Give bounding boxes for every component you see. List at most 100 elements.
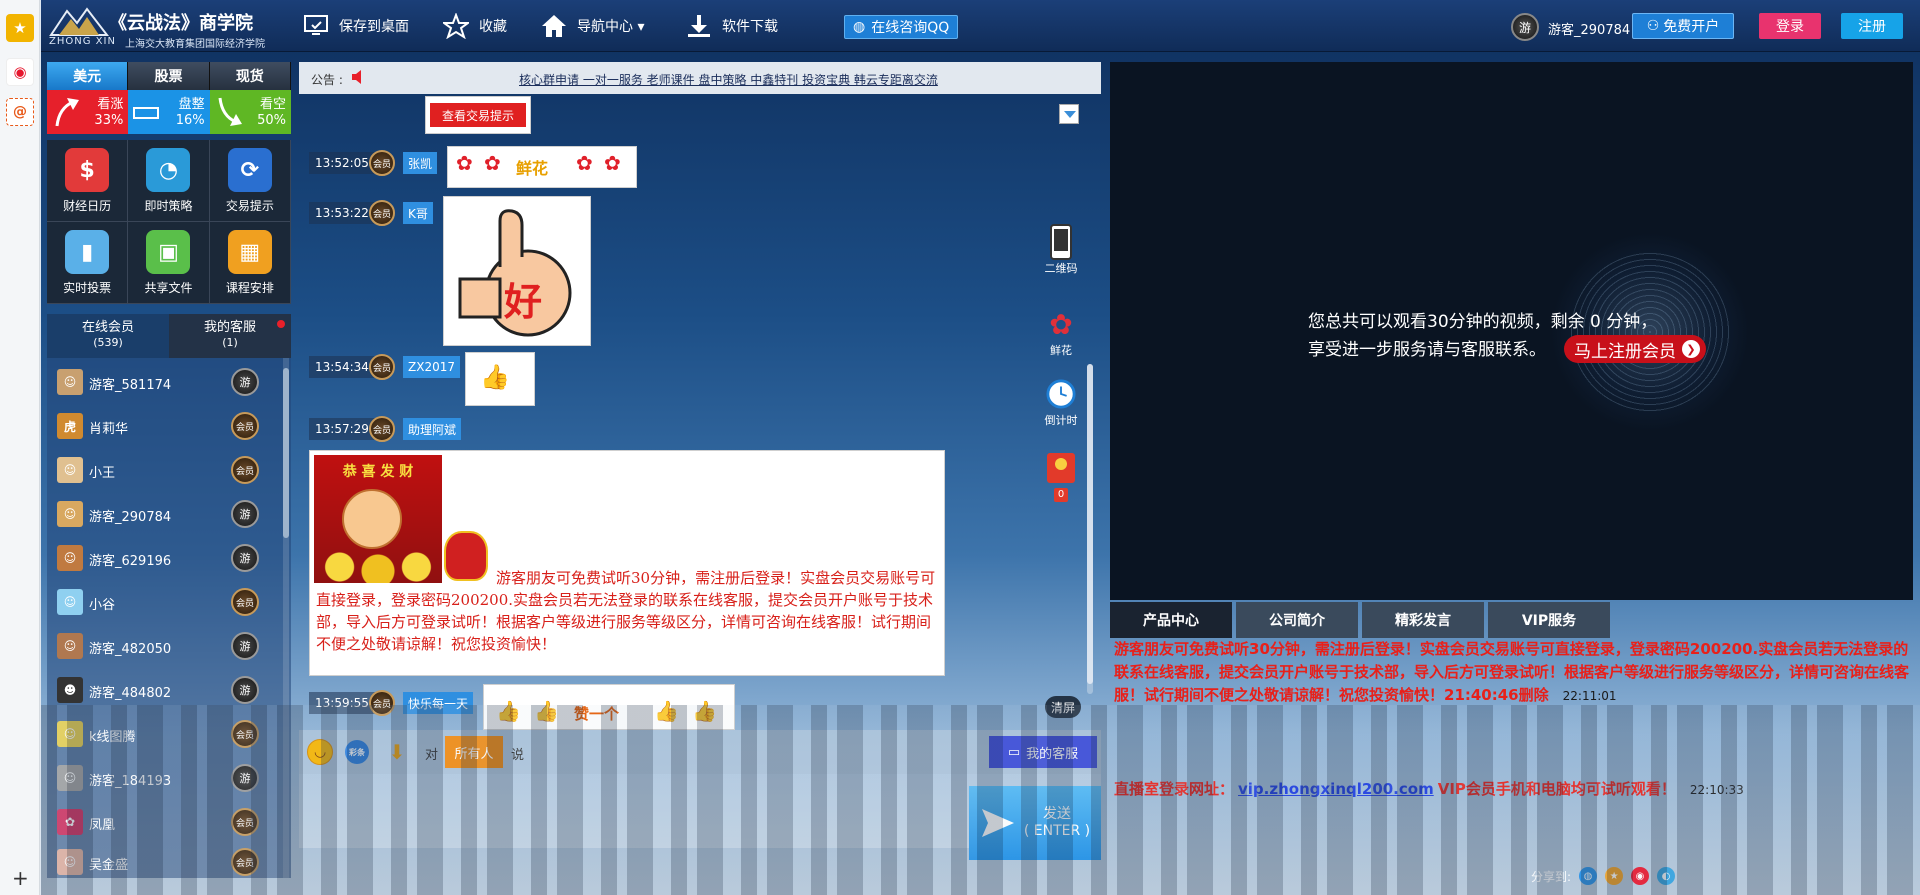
- register-member-button[interactable]: 马上注册会员: [1564, 335, 1706, 363]
- member-list-scrollbar[interactable]: [283, 358, 289, 878]
- sticker-text: 鲜花: [516, 159, 549, 178]
- list-item[interactable]: ☺ k线图腾 会员: [47, 714, 279, 754]
- avatar: ☺: [57, 849, 83, 875]
- schedule-icon: ▦: [227, 230, 272, 274]
- tool-strategy[interactable]: ◔ 即时策略: [128, 140, 210, 222]
- weibo-share-icon[interactable]: ◉: [1631, 867, 1650, 885]
- save-desktop-label: 保存到桌面: [339, 19, 409, 35]
- nav-center-menu[interactable]: 导航中心 ▾: [541, 0, 644, 52]
- list-item[interactable]: ☺ 游客_184193 游: [47, 758, 279, 798]
- tool-schedule[interactable]: ▦ 课程安排: [209, 222, 291, 304]
- collapse-chevron-icon[interactable]: [1059, 104, 1079, 124]
- username: 游客_290784: [1548, 23, 1631, 38]
- message-sender[interactable]: 张凯: [403, 152, 438, 174]
- flower-sticker: ✿ ✿ 鲜花 ✿ ✿: [447, 146, 637, 188]
- tool-calendar[interactable]: $ 财经日历: [47, 140, 129, 222]
- sentiment-bar: 看涨 33% 盘整 16% 看空 50%: [47, 90, 291, 134]
- tool-shared-files[interactable]: ▣ 共享文件: [128, 222, 210, 304]
- tab-stocks[interactable]: 股票: [128, 62, 210, 90]
- weibo-icon[interactable]: ◉: [6, 58, 34, 86]
- register-button[interactable]: 注册: [1841, 13, 1903, 39]
- add-icon[interactable]: +: [12, 866, 29, 890]
- qr-code-tool[interactable]: 二维码: [1031, 224, 1091, 276]
- list-item[interactable]: 虎肖莉华 会员: [47, 406, 279, 446]
- avatar: 虎: [57, 413, 83, 439]
- list-item[interactable]: ☻ 游客_484802 游: [47, 670, 279, 710]
- my-service-button[interactable]: ▭ 我的客服: [989, 736, 1097, 768]
- logo[interactable]: ZHONG XIN 《云战法》商学院 上海交大教育集团国际经济学院: [49, 5, 279, 50]
- clock-search-icon: ◔: [146, 148, 191, 192]
- praise-sticker: 👍 👍 赞一个 👍 👍: [483, 684, 735, 730]
- favorite-link[interactable]: 收藏: [443, 0, 507, 52]
- message-sender[interactable]: 助理阿斌: [403, 418, 462, 440]
- tool-trade-tips[interactable]: ⟳ 交易提示: [209, 140, 291, 222]
- send-hint: ( ENTER ): [1023, 823, 1091, 839]
- qq-share-icon[interactable]: ◍: [1579, 867, 1598, 885]
- emoji-icon[interactable]: [307, 739, 333, 765]
- login-url-time: 22:10:33: [1689, 783, 1744, 797]
- flower-tool[interactable]: ✿ 鲜花: [1031, 306, 1091, 358]
- clear-screen-button[interactable]: 清屏: [1045, 696, 1081, 718]
- tab-usd[interactable]: 美元: [47, 62, 129, 90]
- login-url-link[interactable]: vip.zhongxinql200.com: [1238, 780, 1434, 798]
- red-packet-tool[interactable]: 0: [1031, 450, 1091, 502]
- countdown-tool[interactable]: 倒计时: [1031, 376, 1091, 428]
- tool-vote[interactable]: ▮ 实时投票: [47, 222, 129, 304]
- scrollbar-thumb[interactable]: [283, 368, 289, 538]
- scrollbar-thumb[interactable]: [1087, 364, 1093, 684]
- list-item[interactable]: ☺ 游客_581174 游: [47, 362, 279, 402]
- recipient-select[interactable]: 所有人: [445, 736, 503, 768]
- gift-icon[interactable]: ⬇: [385, 740, 409, 764]
- trade-tip-popup: 查看交易提示: [425, 96, 531, 134]
- mail-icon[interactable]: @: [6, 98, 34, 126]
- consolidation-label: 盘整: [178, 97, 205, 112]
- favorite-label: 收藏: [479, 19, 507, 35]
- tencent-share-icon[interactable]: ◐: [1657, 867, 1676, 885]
- tab-online-members[interactable]: 在线会员 (539): [47, 314, 169, 358]
- list-item[interactable]: ☺ 吴金盛 会员: [47, 842, 279, 882]
- chat-scrollbar[interactable]: [1087, 364, 1093, 694]
- list-item[interactable]: ☺ 游客_290784 游: [47, 494, 279, 534]
- software-download-link[interactable]: 软件下载: [686, 0, 778, 52]
- list-item[interactable]: ✿ 凤凰 会员: [47, 802, 279, 842]
- logo-title: 《云战法》商学院: [109, 13, 253, 34]
- bearish-value: 50%: [257, 113, 286, 128]
- qq-consult-button[interactable]: ◍ 在线咨询QQ: [844, 15, 959, 39]
- rose-icon: ✿: [576, 151, 593, 175]
- tab-vip-service[interactable]: VIP服务: [1488, 602, 1610, 638]
- member-name: 游客_581174: [89, 378, 172, 393]
- tool-label: 课程安排: [225, 281, 274, 295]
- tab-company-intro[interactable]: 公司简介: [1236, 602, 1358, 638]
- member-name: 游客_184193: [89, 774, 172, 789]
- open-account-button[interactable]: ⚇ 免费开户: [1632, 13, 1734, 39]
- message-sender[interactable]: 快乐每一天: [403, 692, 474, 714]
- list-item[interactable]: ☺ 游客_629196 游: [47, 538, 279, 578]
- sticker-text: 赞一个: [574, 705, 620, 723]
- info-announcement-text: 游客朋友可免费试听30分钟，需注册后登录！实盘会员交易账号可直接登录，登录密码2…: [1114, 640, 1910, 704]
- message-sender[interactable]: K哥: [403, 202, 433, 224]
- tab-product-center[interactable]: 产品中心: [1110, 602, 1232, 638]
- user-avatar[interactable]: 游: [1511, 13, 1539, 41]
- bearish-box[interactable]: 看空 50%: [209, 90, 291, 134]
- bullish-box[interactable]: 看涨 33%: [47, 90, 129, 134]
- list-item[interactable]: ☺ 小谷 会员: [47, 582, 279, 622]
- save-desktop-link[interactable]: 保存到桌面: [303, 0, 409, 52]
- consolidation-box[interactable]: 盘整 16%: [128, 90, 210, 134]
- member-badge: 会员: [231, 412, 259, 440]
- login-button[interactable]: 登录: [1759, 13, 1821, 39]
- message-sender[interactable]: ZX2017: [403, 356, 460, 378]
- tab-spot[interactable]: 现货: [209, 62, 291, 90]
- avatar: ☻: [57, 677, 83, 703]
- tab-my-service[interactable]: 我的客服 (1): [169, 314, 291, 358]
- view-trade-tips-button[interactable]: 查看交易提示: [430, 103, 526, 127]
- color-bar-button[interactable]: 彩条: [345, 740, 369, 764]
- list-item[interactable]: ☺ 游客_482050 游: [47, 626, 279, 666]
- send-button[interactable]: 发送 ( ENTER ): [969, 786, 1101, 860]
- tab-highlights[interactable]: 精彩发言: [1362, 602, 1484, 638]
- announcement-links[interactable]: 核心群申请 一对一服务 老师课件 盘中策略 中鑫特刊 投资宝典 韩云专距离交流: [519, 71, 938, 88]
- guest-badge: 游: [231, 676, 259, 704]
- qzone-share-icon[interactable]: ★: [1605, 867, 1624, 885]
- video-player[interactable]: 您总共可以观看30分钟的视频，剩余 0 分钟， 享受进一步服务请与客服联系。 马…: [1110, 62, 1913, 600]
- list-item[interactable]: ☺ 小王 会员: [47, 450, 279, 490]
- favorites-star-icon[interactable]: ★: [6, 14, 34, 42]
